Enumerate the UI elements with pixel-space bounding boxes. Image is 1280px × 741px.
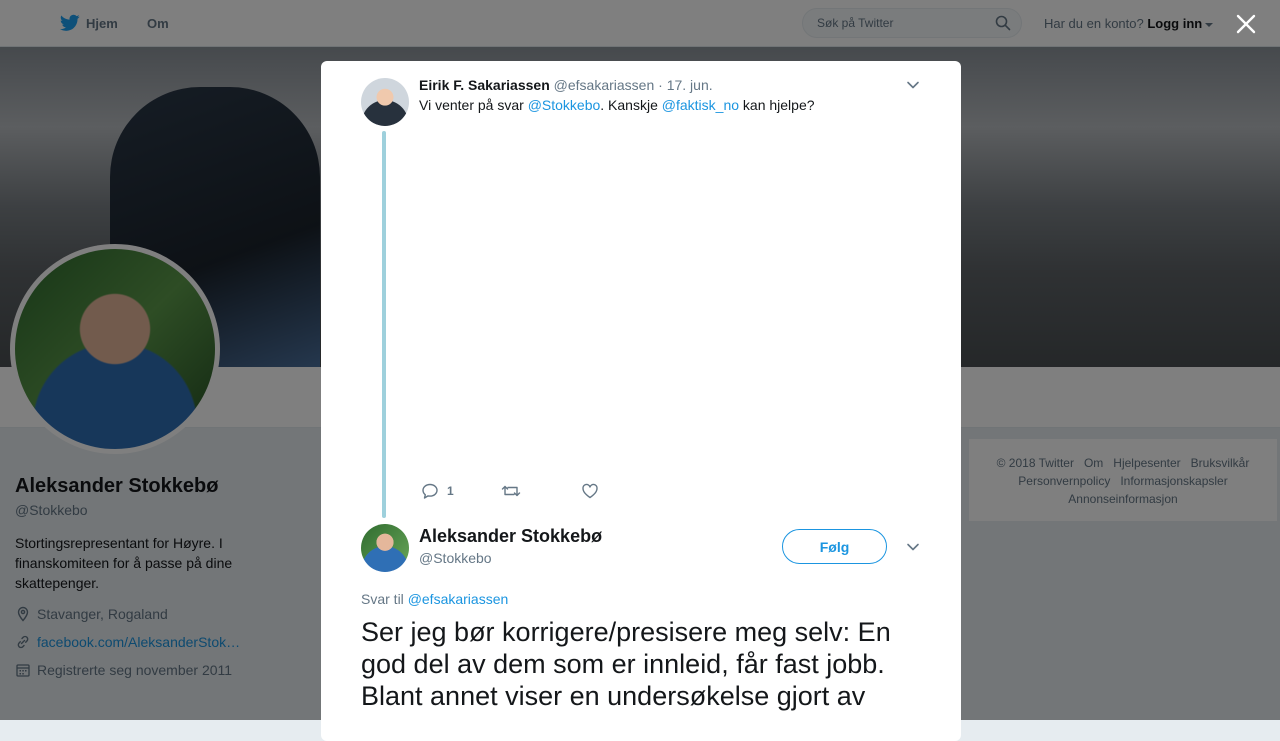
tweet1-timestamp[interactable]: 17. jun.: [667, 77, 713, 93]
retweet-button[interactable]: [501, 482, 581, 500]
tweet1-mention-stokkebo[interactable]: @Stokkebo: [528, 97, 601, 113]
like-button[interactable]: [581, 482, 599, 500]
close-icon[interactable]: [1234, 12, 1258, 36]
tweet1-text: Vi venter på svar @Stokkebo. Kanskje @fa…: [419, 97, 815, 113]
thread-line: [382, 131, 386, 518]
tweet1-text-part: Vi venter på svar: [419, 97, 528, 113]
tweet1-text-part: kan hjelpe?: [739, 97, 815, 113]
follow-button[interactable]: Følg: [782, 529, 887, 564]
tweet1-header: Eirik F. Sakariassen @efsakariassen · 17…: [419, 77, 713, 93]
chevron-down-icon[interactable]: [906, 78, 920, 92]
tweet1-separator: ·: [654, 77, 667, 93]
chevron-down-icon[interactable]: [906, 540, 920, 554]
tweet1-author-handle[interactable]: @efsakariassen: [554, 77, 655, 93]
reply-count: 1: [447, 484, 454, 498]
reply-button[interactable]: 1: [421, 482, 501, 500]
tweet-modal: Eirik F. Sakariassen @efsakariassen · 17…: [321, 61, 961, 741]
retweet-icon: [501, 485, 521, 497]
tweet1-avatar[interactable]: [361, 78, 409, 126]
heart-icon: [582, 483, 598, 499]
reply-icon: [422, 483, 438, 499]
tweet1-actions: 1: [421, 482, 599, 500]
tweet2-avatar[interactable]: [361, 524, 409, 572]
tweet2-author-name[interactable]: Aleksander Stokkebø: [419, 526, 602, 547]
tweet1-text-part: . Kanskje: [600, 97, 662, 113]
tweet2-author-handle[interactable]: @Stokkebo: [419, 550, 492, 566]
reply-to-handle[interactable]: @efsakariassen: [408, 591, 509, 607]
reply-to-label: Svar til: [361, 591, 408, 607]
tweet1-author-name[interactable]: Eirik F. Sakariassen: [419, 77, 550, 93]
reply-to-line: Svar til @efsakariassen: [361, 591, 508, 607]
tweet1-mention-faktisk[interactable]: @faktisk_no: [662, 97, 739, 113]
tweet2-text: Ser jeg bør korrigere/presisere meg selv…: [361, 617, 891, 711]
